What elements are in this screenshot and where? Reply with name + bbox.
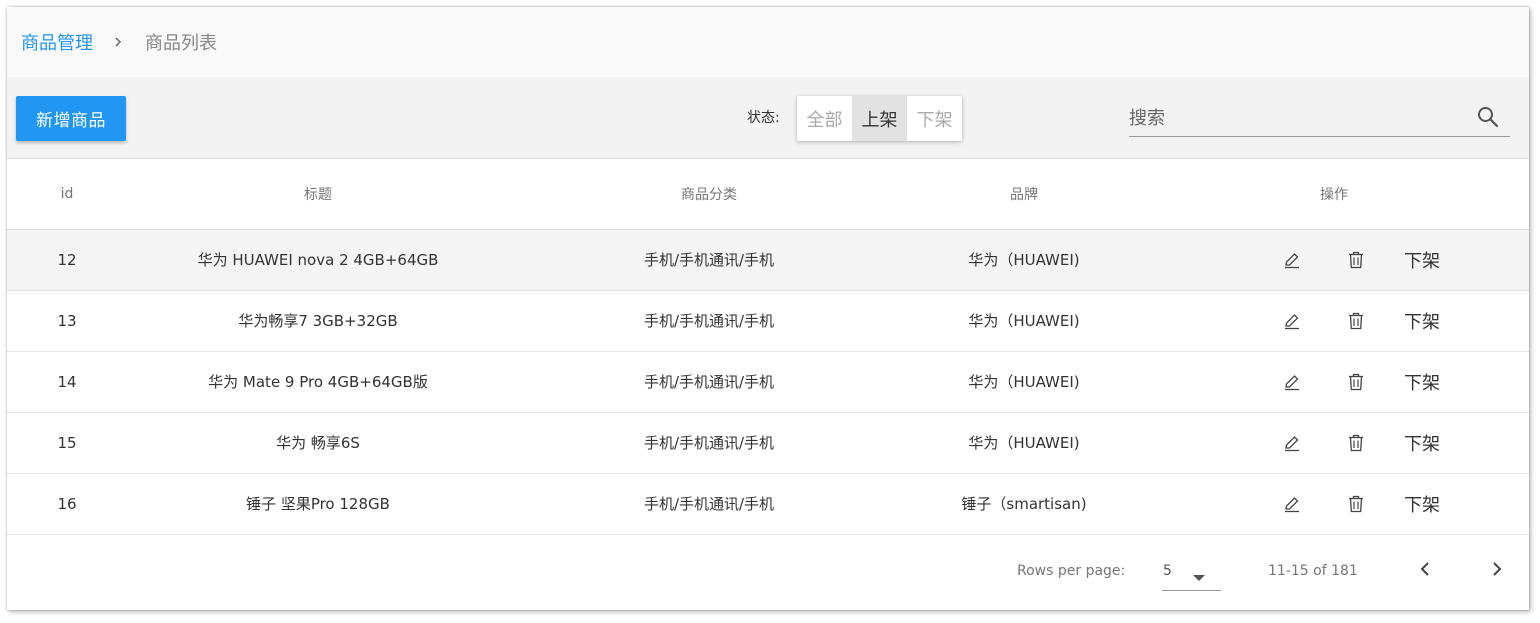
cell-id: 14 bbox=[7, 351, 127, 413]
cell-id: 16 bbox=[7, 473, 127, 535]
cell-id: 13 bbox=[7, 290, 127, 352]
pencil-icon[interactable] bbox=[1281, 310, 1303, 332]
table-header-row: id 标题 商品分类 品牌 操作 bbox=[7, 159, 1529, 230]
cell-actions: 下架 bbox=[1139, 473, 1529, 535]
trash-icon[interactable] bbox=[1345, 310, 1367, 332]
cell-id: 12 bbox=[7, 229, 127, 291]
search-icon[interactable] bbox=[1476, 105, 1500, 133]
status-option-on-shelf[interactable]: 上架 bbox=[852, 96, 907, 141]
cell-actions: 下架 bbox=[1139, 290, 1529, 352]
table-row[interactable]: 12 华为 HUAWEI nova 2 4GB+64GB 手机/手机通讯/手机 … bbox=[7, 229, 1529, 291]
column-header-title[interactable]: 标题 bbox=[127, 159, 509, 230]
cell-id: 15 bbox=[7, 412, 127, 474]
offline-button[interactable]: 下架 bbox=[1404, 491, 1440, 517]
status-filter-group: 全部 上架 下架 bbox=[797, 96, 962, 141]
cell-category: 手机/手机通讯/手机 bbox=[509, 351, 909, 413]
trash-icon[interactable] bbox=[1345, 249, 1367, 271]
rows-per-page-value: 5 bbox=[1163, 563, 1172, 579]
breadcrumb-parent-link[interactable]: 商品管理 bbox=[21, 29, 93, 55]
cell-title: 华为 Mate 9 Pro 4GB+64GB版 bbox=[127, 351, 509, 413]
chevron-right-icon bbox=[113, 36, 123, 48]
breadcrumb-current: 商品列表 bbox=[145, 33, 217, 54]
table-row[interactable]: 15 华为 畅享6S 手机/手机通讯/手机 华为（HUAWEI) 下架 bbox=[7, 412, 1529, 474]
offline-button[interactable]: 下架 bbox=[1404, 430, 1440, 456]
trash-icon[interactable] bbox=[1345, 493, 1367, 515]
chevron-left-icon[interactable] bbox=[1417, 560, 1433, 582]
cell-actions: 下架 bbox=[1139, 229, 1529, 291]
search-input[interactable] bbox=[1129, 103, 1459, 133]
cell-brand: 华为（HUAWEI) bbox=[909, 351, 1139, 413]
search-box bbox=[1129, 97, 1510, 137]
cell-brand: 华为（HUAWEI) bbox=[909, 229, 1139, 291]
pencil-icon[interactable] bbox=[1281, 432, 1303, 454]
pencil-icon[interactable] bbox=[1281, 493, 1303, 515]
cell-category: 手机/手机通讯/手机 bbox=[509, 473, 909, 535]
chevron-right-icon[interactable] bbox=[1489, 560, 1505, 582]
cell-brand: 华为（HUAWEI) bbox=[909, 290, 1139, 352]
offline-button[interactable]: 下架 bbox=[1404, 247, 1440, 273]
cell-category: 手机/手机通讯/手机 bbox=[509, 412, 909, 474]
app-frame: 商品管理 商品列表 新增商品 状态: 全部 上架 下架 id bbox=[7, 7, 1529, 610]
pencil-icon[interactable] bbox=[1281, 249, 1303, 271]
cell-actions: 下架 bbox=[1139, 412, 1529, 474]
cell-category: 手机/手机通讯/手机 bbox=[509, 290, 909, 352]
trash-icon[interactable] bbox=[1345, 371, 1367, 393]
pagination-bar: Rows per page: 5 11-15 of 181 bbox=[7, 535, 1529, 610]
toolbar: 新增商品 状态: 全部 上架 下架 bbox=[7, 77, 1529, 159]
cell-title: 锤子 坚果Pro 128GB bbox=[127, 473, 509, 535]
cell-title: 华为 HUAWEI nova 2 4GB+64GB bbox=[127, 229, 509, 291]
offline-button[interactable]: 下架 bbox=[1404, 369, 1440, 395]
status-option-all[interactable]: 全部 bbox=[797, 96, 852, 141]
caret-down-icon bbox=[1193, 570, 1205, 586]
table-row[interactable]: 14 华为 Mate 9 Pro 4GB+64GB版 手机/手机通讯/手机 华为… bbox=[7, 351, 1529, 413]
add-product-button[interactable]: 新增商品 bbox=[16, 96, 126, 141]
column-header-actions: 操作 bbox=[1139, 159, 1529, 230]
product-table: id 标题 商品分类 品牌 操作 12 华为 HUAWEI nova 2 4GB… bbox=[7, 159, 1529, 535]
cell-title: 华为畅享7 3GB+32GB bbox=[127, 290, 509, 352]
cell-category: 手机/手机通讯/手机 bbox=[509, 229, 909, 291]
pencil-icon[interactable] bbox=[1281, 371, 1303, 393]
cell-brand: 锤子（smartisan) bbox=[909, 473, 1139, 535]
breadcrumb: 商品管理 商品列表 bbox=[7, 7, 1529, 77]
table-row[interactable]: 13 华为畅享7 3GB+32GB 手机/手机通讯/手机 华为（HUAWEI) … bbox=[7, 290, 1529, 352]
column-header-brand[interactable]: 品牌 bbox=[909, 159, 1139, 230]
cell-actions: 下架 bbox=[1139, 351, 1529, 413]
cell-title: 华为 畅享6S bbox=[127, 412, 509, 474]
rows-per-page-label: Rows per page: bbox=[1017, 563, 1126, 579]
cell-brand: 华为（HUAWEI) bbox=[909, 412, 1139, 474]
rows-per-page-select[interactable]: 5 bbox=[1162, 555, 1221, 591]
status-option-off-shelf[interactable]: 下架 bbox=[907, 96, 962, 141]
page-range-text: 11-15 of 181 bbox=[1268, 563, 1358, 579]
column-header-category[interactable]: 商品分类 bbox=[509, 159, 909, 230]
column-header-id[interactable]: id bbox=[7, 159, 127, 230]
table-row[interactable]: 16 锤子 坚果Pro 128GB 手机/手机通讯/手机 锤子（smartisa… bbox=[7, 473, 1529, 535]
offline-button[interactable]: 下架 bbox=[1404, 308, 1440, 334]
trash-icon[interactable] bbox=[1345, 432, 1367, 454]
status-filter-label: 状态: bbox=[747, 110, 780, 126]
